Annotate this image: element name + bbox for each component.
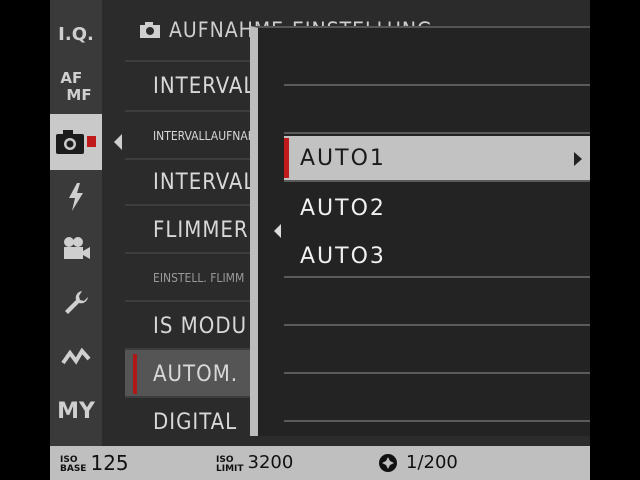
iso-limit-value: 3200 [247,452,294,473]
popup-divider [284,372,590,374]
status-bar: ISO BASE 125 ISO LIMIT 3200 1/200 [50,446,590,480]
shutter-speed-icon [379,454,397,472]
movie-camera-icon [64,237,90,259]
menu-row-interval-priority[interactable]: INTERVALL- [125,158,255,206]
menu-row-flicker-setting: EINSTELL. FLIMM [153,271,245,285]
wrench-icon [65,291,88,314]
camera-icon [56,130,96,154]
category-setup[interactable] [50,280,102,326]
chevron-right-icon [574,152,582,166]
menu-row-flicker[interactable]: FLIMMER [125,206,255,254]
flash-icon [69,183,83,211]
popup-divider [284,84,590,86]
menu-row-is-mode[interactable]: IS MODU [125,302,255,350]
category-iq[interactable]: I.Q. [50,12,102,56]
shutter-readout: 1/200 [378,452,458,474]
option-auto3[interactable]: AUTO3 [284,234,590,278]
category-shooting[interactable] [50,114,102,170]
popup-divider [284,276,590,278]
option-auto1[interactable]: AUTO1 [284,136,590,180]
iso-base-value: 125 [90,451,129,475]
iso-limit-label: ISO LIMIT [216,455,244,474]
af-mf-icon: AF MF [60,69,92,104]
camera-small-icon [140,22,160,38]
options-popup: AUTO1 AUTO2 AUTO3 [250,26,590,436]
category-selected-arrow-icon [114,134,122,150]
camera-menu-screen: I.Q. AF MF MY INTERVA INTERVALLAUFNA INT… [50,0,590,480]
popup-divider [284,132,590,134]
menu-row-auto[interactable]: AUTOM. [125,350,255,398]
category-connection[interactable] [50,334,102,380]
category-my-menu[interactable]: MY [50,388,102,434]
iso-limit-readout: ISO LIMIT 3200 [216,452,293,474]
my-menu-icon: MY [57,398,95,424]
connection-icon [61,347,91,365]
shutter-speed-value: 1/200 [406,452,458,473]
category-movie[interactable] [50,226,102,272]
back-arrow-icon[interactable] [274,224,281,238]
option-auto2[interactable]: AUTO2 [284,186,590,230]
popup-divider [284,420,590,422]
selection-marker [133,354,137,394]
iso-base-readout: ISO BASE 125 [60,452,129,474]
iq-icon: I.Q. [58,23,94,45]
category-rail: I.Q. AF MF MY [50,0,102,446]
selection-marker [284,138,289,178]
menu-row-digital[interactable]: DIGITAL [125,398,255,446]
category-flash[interactable] [50,174,102,220]
iso-base-label: ISO BASE [60,455,87,474]
popup-divider [284,324,590,326]
menu-row-interval-shooting[interactable]: INTERVALLAUFNAHME [125,112,255,160]
menu-row-interval[interactable]: INTERVALL [125,62,255,110]
popup-divider [284,180,590,182]
category-af-mf[interactable]: AF MF [50,62,102,112]
